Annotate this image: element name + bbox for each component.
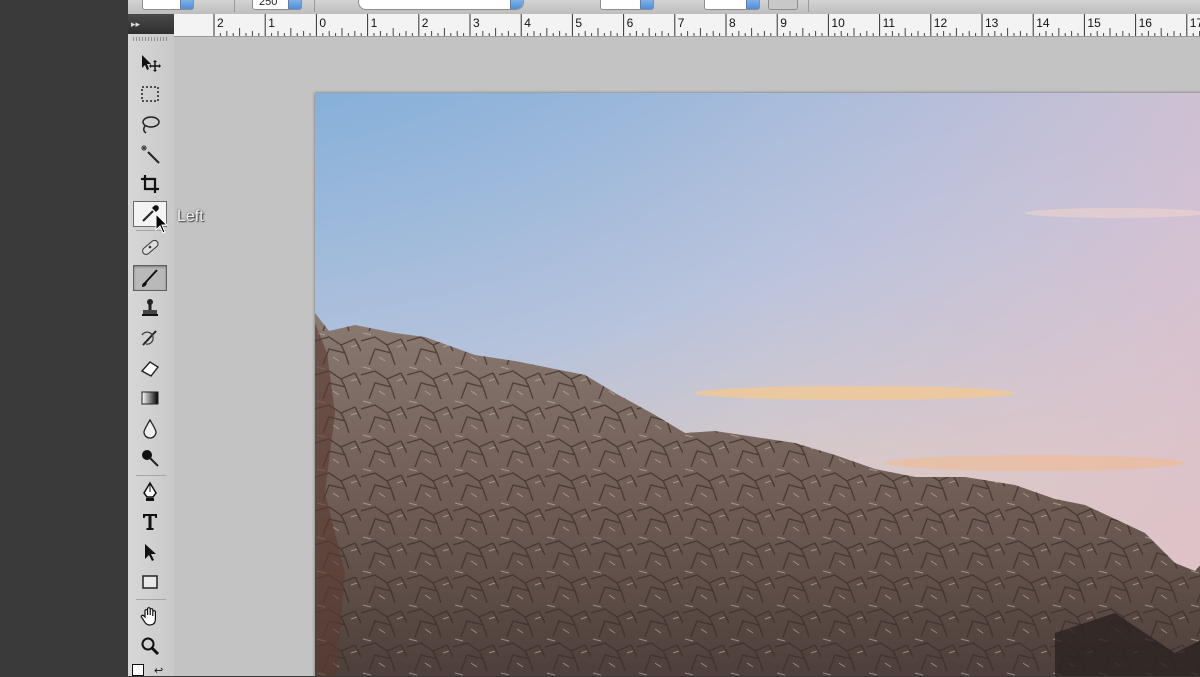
ruler-label: 4 [524, 16, 531, 30]
stamp-icon [142, 299, 158, 316]
dodge-icon [142, 450, 159, 467]
arrow-icon [145, 544, 156, 561]
move-tool[interactable] [133, 50, 167, 76]
divider [808, 0, 809, 12]
chevron-down-icon[interactable] [640, 0, 653, 9]
brush-size-field[interactable]: 250 [252, 0, 302, 10]
bandage-icon [142, 239, 159, 255]
crop-tool[interactable] [133, 171, 167, 197]
healing-brush-tool[interactable] [133, 234, 167, 260]
ruler-label: 2 [217, 16, 224, 30]
marquee-tool[interactable] [133, 81, 167, 107]
magnifier-icon [141, 637, 160, 656]
ruler-corner [128, 14, 174, 36]
history-brush-tool[interactable] [133, 325, 167, 351]
ruler-label: 0 [319, 16, 326, 30]
rectangle-icon [142, 575, 158, 589]
divider [234, 0, 235, 12]
hand-tool[interactable] [133, 603, 167, 629]
toolbox-grip[interactable] [133, 37, 169, 41]
hand-icon [140, 607, 156, 626]
ruler-label: 1 [371, 16, 378, 30]
eraser-icon [140, 361, 160, 377]
ruler-label: 3 [473, 16, 480, 30]
lasso-icon [142, 116, 160, 134]
ruler-label: 10 [831, 16, 845, 30]
canvas-workspace[interactable] [174, 37, 1200, 676]
magic-wand-icon [141, 145, 160, 164]
path-selection-tool[interactable] [133, 539, 167, 565]
flow-field[interactable] [704, 0, 760, 10]
type-icon [143, 514, 157, 530]
divider [314, 0, 315, 12]
ruler-scale: 2 1 0 1 2 3 4 5 6 7 8 9 10 11 12 13 14 15 16 17 [213, 14, 1200, 36]
divider [136, 475, 166, 476]
airbrush-button[interactable] [768, 0, 798, 10]
rect-marquee-icon [141, 86, 159, 102]
type-tool[interactable] [133, 509, 167, 535]
eraser-tool[interactable] [133, 355, 167, 381]
ruler-label: 5 [575, 16, 582, 30]
ruler-label: 14 [1036, 16, 1050, 30]
move-icon [142, 55, 161, 72]
magic-wand-tool[interactable] [133, 141, 167, 167]
ruler-label: 13 [985, 16, 999, 30]
clone-stamp-tool[interactable] [133, 295, 167, 321]
blur-tool[interactable] [133, 415, 167, 441]
dodge-tool[interactable] [133, 445, 167, 471]
crop-icon [141, 175, 159, 193]
mouse-cursor-icon [155, 213, 169, 234]
ruler-label: 1 [268, 16, 275, 30]
ruler-label: 2 [422, 16, 429, 30]
options-bar: 250 [128, 0, 1200, 15]
chevron-down-icon[interactable] [288, 0, 301, 9]
default-colors-icon[interactable] [132, 664, 144, 676]
ruler-label: 7 [678, 16, 685, 30]
ruler-label: 15 [1087, 16, 1101, 30]
ruler-label: 8 [729, 16, 736, 30]
ruler-label: 11 [883, 16, 896, 30]
lasso-tool[interactable] [133, 111, 167, 137]
gradient-tool[interactable] [133, 385, 167, 411]
ruler-label: 16 [1139, 16, 1153, 30]
droplet-icon [143, 418, 157, 439]
brush-size-value: 250 [259, 0, 278, 8]
swap-colors-icon[interactable]: ↩ [154, 664, 163, 677]
ruler-label: 12 [934, 16, 948, 30]
blend-mode-select[interactable] [358, 0, 524, 10]
ruler-label: 17 [1190, 16, 1200, 30]
pen-icon [143, 481, 157, 501]
brush-icon [142, 269, 158, 287]
gradient-icon [141, 391, 159, 405]
brush-preset-picker[interactable] [142, 0, 194, 10]
zoom-tool[interactable] [133, 633, 167, 659]
shape-tool[interactable] [133, 569, 167, 595]
brush-tool[interactable] [133, 265, 167, 291]
tool-tooltip: Left [177, 208, 204, 225]
history-brush-icon [141, 330, 157, 346]
chevron-down-icon[interactable] [180, 0, 193, 9]
document-image-photo[interactable] [315, 93, 1200, 676]
horizontal-ruler[interactable]: 2 1 0 1 2 3 4 5 6 7 8 9 10 11 12 13 14 15 16 17 [174, 14, 1200, 37]
pen-tool[interactable] [133, 479, 167, 505]
opacity-field[interactable] [600, 0, 654, 10]
chevron-down-icon[interactable] [746, 0, 759, 9]
divider [136, 599, 166, 600]
ruler-label: 6 [627, 16, 634, 30]
ruler-label: 9 [780, 16, 787, 30]
chevron-down-icon[interactable] [510, 0, 523, 9]
toolbox: ▸▸ ↩ [128, 14, 175, 677]
